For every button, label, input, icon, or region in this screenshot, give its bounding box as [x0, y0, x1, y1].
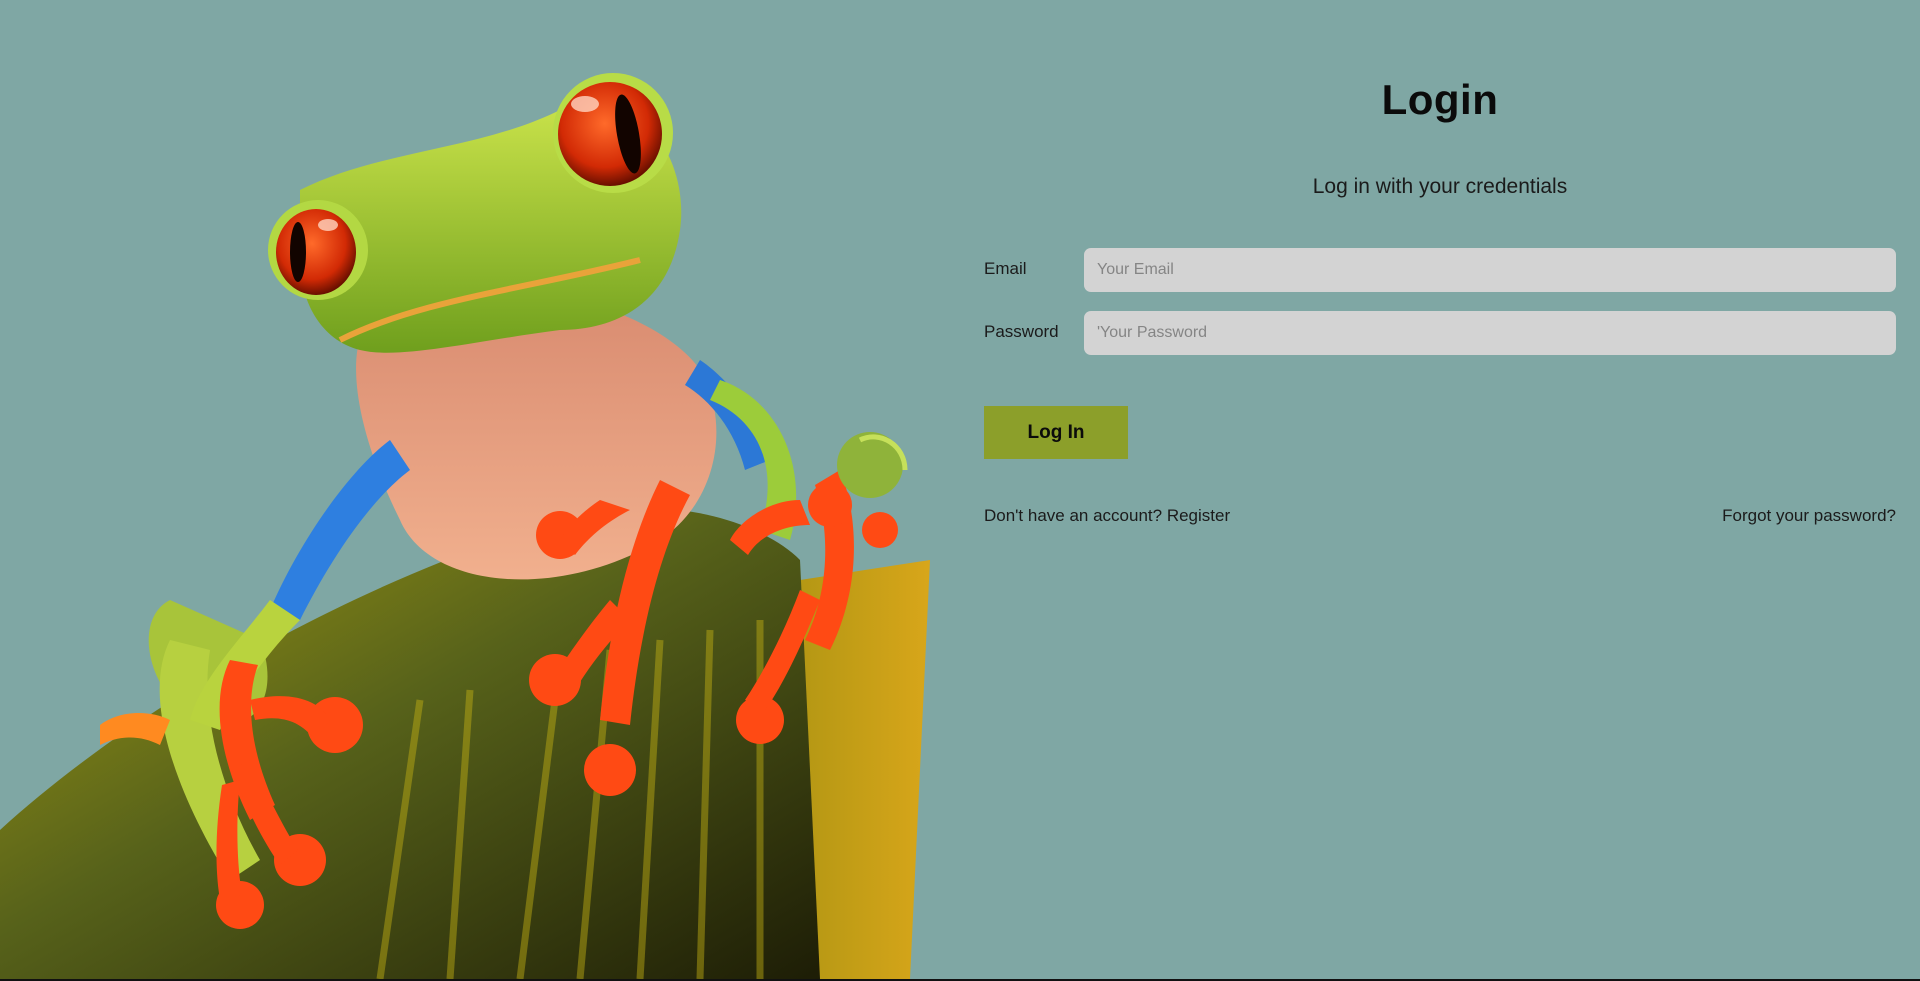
login-panel: Login Log in with your credentials Email… [984, 0, 1896, 979]
email-label: Email [984, 259, 1027, 278]
login-subtitle: Log in with your credentials [1312, 175, 1568, 198]
frog-illustration [0, 0, 940, 979]
password-field[interactable] [1084, 311, 1896, 355]
forgot-password-link[interactable]: Forgot your password? [1722, 506, 1896, 526]
login-button[interactable]: Log In [984, 406, 1128, 459]
email-field[interactable] [1084, 248, 1896, 292]
login-page: Login Log in with your credentials Email… [0, 0, 1920, 979]
login-title: Login [1381, 76, 1499, 123]
password-label: Password [984, 322, 1059, 341]
register-link[interactable]: Don't have an account? Register [984, 506, 1230, 526]
